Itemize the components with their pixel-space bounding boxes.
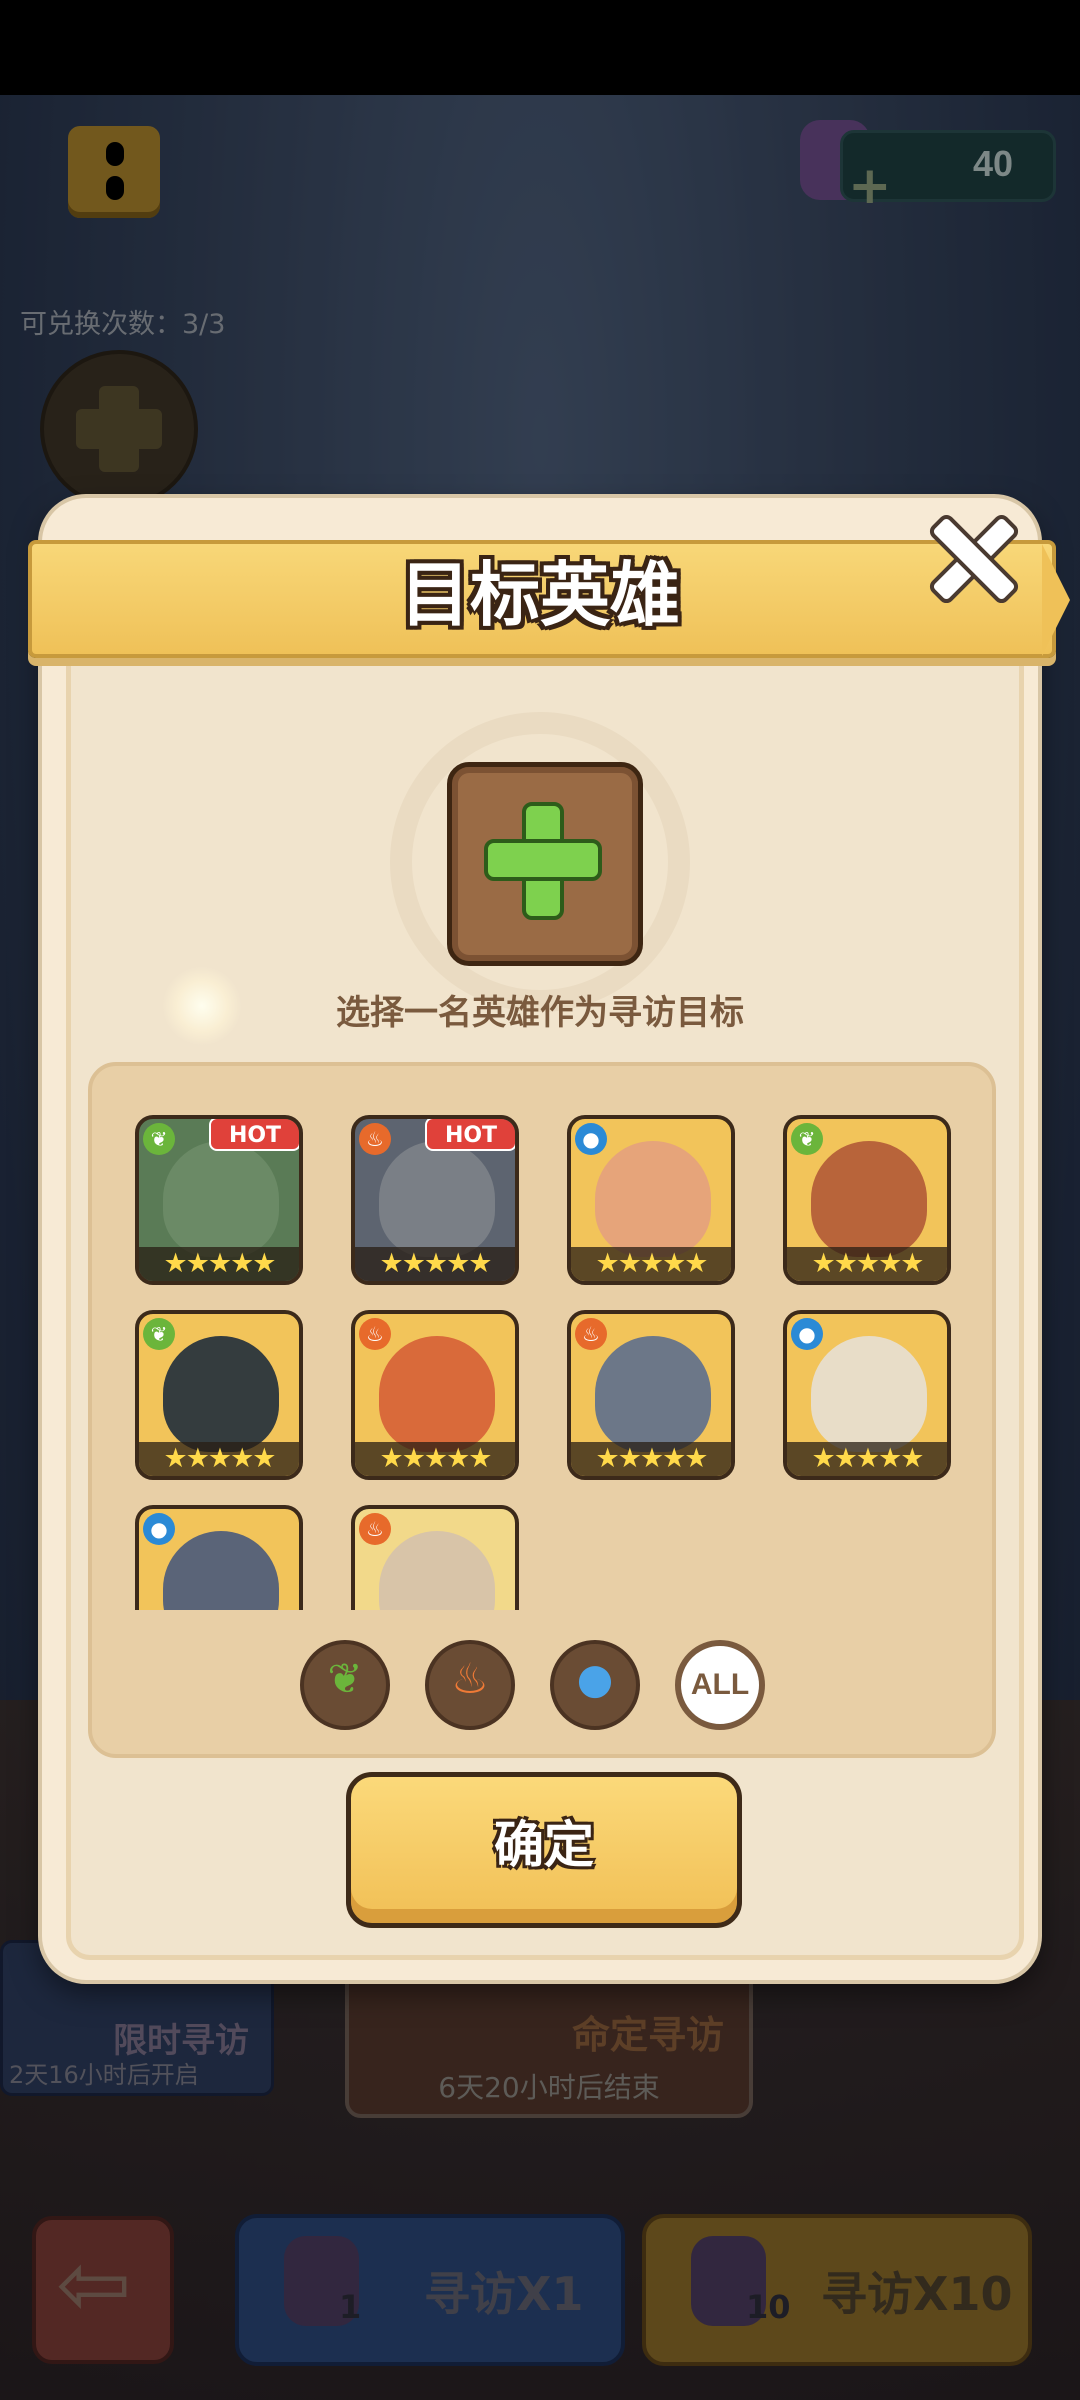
fire-icon: ♨ <box>451 1654 489 1703</box>
star-rating: ★★★★★ <box>139 1247 299 1281</box>
star-rating: ★★★★★ <box>571 1442 731 1476</box>
hot-badge: HOT <box>209 1119 299 1151</box>
hero-card[interactable]: ♨ HOT ★★★★★ <box>351 1115 519 1285</box>
hero-portrait <box>379 1531 495 1610</box>
hero-portrait <box>811 1336 927 1452</box>
water-element-icon: ● <box>791 1318 823 1350</box>
hero-card[interactable]: ❦ ★★★★★ <box>135 1310 303 1480</box>
hero-portrait <box>163 1336 279 1452</box>
leaf-element-icon: ❦ <box>143 1318 175 1350</box>
hero-grid: ❦ HOT ★★★★★ ♨ HOT ★★★★★ ● ★★★★★ ❦ ★★★★★ ❦ ★★★★★ ♨ ★★★… <box>135 1115 965 1610</box>
star-rating: ★★★★★ <box>355 1442 515 1476</box>
fire-element-icon: ♨ <box>359 1123 391 1155</box>
hero-portrait <box>163 1531 279 1610</box>
fire-element-icon: ♨ <box>359 1318 391 1350</box>
star-rating: ★★★★★ <box>355 1247 515 1281</box>
hero-portrait <box>379 1336 495 1452</box>
hero-portrait <box>379 1141 495 1257</box>
star-rating: ★★★★★ <box>787 1247 947 1281</box>
star-rating: ★★★★★ <box>571 1247 731 1281</box>
select-hint: 选择一名英雄作为寻访目标 <box>336 993 744 1033</box>
hero-portrait <box>163 1141 279 1257</box>
confirm-label: 确定 <box>494 1816 594 1874</box>
star-rating: ★★★★★ <box>787 1442 947 1476</box>
water-drop-icon: ● <box>576 1654 614 1703</box>
element-filters: ❦ ♨ ● ALL <box>0 1640 1080 1736</box>
water-element-icon: ● <box>575 1123 607 1155</box>
hero-card[interactable]: ♨ ★★★★★ <box>351 1310 519 1480</box>
hero-card[interactable]: ♨ ★★★★★ <box>567 1310 735 1480</box>
filter-water-button[interactable]: ● <box>550 1640 640 1730</box>
water-element-icon: ● <box>143 1513 175 1545</box>
hero-card[interactable]: ● ★★★★★ <box>567 1115 735 1285</box>
filter-leaf-button[interactable]: ❦ <box>300 1640 390 1730</box>
close-icon[interactable] <box>925 510 1015 600</box>
star-rating: ★★★★★ <box>139 1442 299 1476</box>
hero-card[interactable]: ❦ ★★★★★ <box>783 1115 951 1285</box>
leaf-element-icon: ❦ <box>143 1123 175 1155</box>
filter-fire-button[interactable]: ♨ <box>425 1640 515 1730</box>
fire-element-icon: ♨ <box>359 1513 391 1545</box>
hot-badge: HOT <box>425 1119 515 1151</box>
select-hero-slot-button[interactable] <box>447 762 643 966</box>
hero-portrait <box>595 1141 711 1257</box>
status-bar <box>0 0 1080 95</box>
filter-all-button[interactable]: ALL <box>675 1640 765 1730</box>
leaf-icon: ❦ <box>327 1654 363 1703</box>
hero-card[interactable]: ●★★★★★ <box>135 1505 303 1610</box>
filter-all-label: ALL <box>690 1668 750 1701</box>
hero-card[interactable]: ● ★★★★★ <box>783 1310 951 1480</box>
leaf-element-icon: ❦ <box>791 1123 823 1155</box>
hero-portrait <box>595 1336 711 1452</box>
confirm-button[interactable]: 确定 <box>346 1772 742 1928</box>
hero-portrait <box>811 1141 927 1257</box>
fire-element-icon: ♨ <box>575 1318 607 1350</box>
hero-card[interactable]: ❦ HOT ★★★★★ <box>135 1115 303 1285</box>
hero-card[interactable]: ♨★★★★★ <box>351 1505 519 1610</box>
dialog-title: 目标英雄 <box>400 554 680 636</box>
